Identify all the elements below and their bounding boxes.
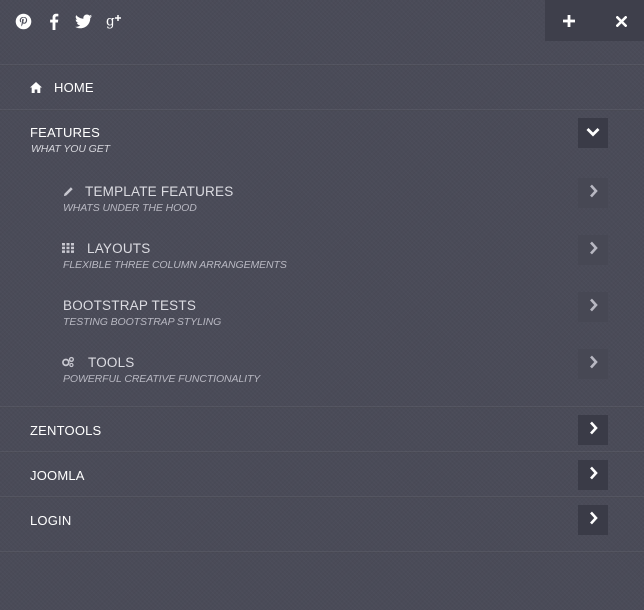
menu-item-joomla: JOOMLA xyxy=(0,460,644,490)
menu-item-features: FEATURES WHAT YOU GET xyxy=(0,117,644,161)
submenu-item-label[interactable]: LAYOUTS xyxy=(87,241,150,256)
pencil-icon xyxy=(62,185,74,197)
twitter-icon[interactable] xyxy=(74,12,92,30)
menu-item-home[interactable]: HOME xyxy=(0,78,644,98)
bottom-divider xyxy=(0,551,644,553)
login-toggle-button[interactable] xyxy=(578,505,608,535)
home-icon xyxy=(30,81,42,93)
svg-text:g: g xyxy=(106,14,115,30)
submenu-item-description: FLEXIBLE THREE COLUMN ARRANGEMENTS xyxy=(63,259,287,271)
menu-item-home-label: HOME xyxy=(54,80,94,95)
submenu-item-tools: TOOLS POWERFUL CREATIVE FUNCTIONALITY xyxy=(0,348,644,388)
joomla-toggle-button[interactable] xyxy=(578,460,608,490)
divider xyxy=(0,406,644,408)
template-features-toggle-button[interactable] xyxy=(578,178,608,208)
chevron-right-icon xyxy=(589,184,598,203)
submenu-item-label[interactable]: TOOLS xyxy=(88,355,135,370)
menu-item-features-description: WHAT YOU GET xyxy=(31,143,110,155)
divider xyxy=(0,451,644,453)
menu-item-features-label[interactable]: FEATURES xyxy=(30,125,100,140)
layouts-toggle-button[interactable] xyxy=(578,235,608,265)
chevron-right-icon xyxy=(589,241,598,260)
submenu-item-bootstrap-tests: BOOTSTRAP TESTS TESTING BOOTSTRAP STYLIN… xyxy=(0,291,644,331)
submenu-item-layouts: LAYOUTS FLEXIBLE THREE COLUMN ARRANGEMEN… xyxy=(0,234,644,274)
features-toggle-button[interactable] xyxy=(578,118,608,148)
submenu-item-label[interactable]: BOOTSTRAP TESTS xyxy=(63,298,196,313)
top-divider xyxy=(0,64,644,66)
chevron-right-icon xyxy=(589,421,598,440)
submenu-item-description: TESTING BOOTSTRAP STYLING xyxy=(63,316,222,328)
close-icon[interactable] xyxy=(612,12,630,30)
tools-toggle-button[interactable] xyxy=(578,349,608,379)
grid-icon xyxy=(62,242,74,254)
pinterest-icon[interactable] xyxy=(14,12,32,30)
menu-item-login-label[interactable]: LOGIN xyxy=(30,513,71,528)
facebook-icon[interactable] xyxy=(45,12,63,30)
menu-item-zentools: ZENTOOLS xyxy=(0,415,644,445)
menu-item-joomla-label[interactable]: JOOMLA xyxy=(30,468,85,483)
submenu-item-label[interactable]: TEMPLATE FEATURES xyxy=(85,184,233,199)
window-controls xyxy=(545,0,644,41)
submenu-item-template-features: TEMPLATE FEATURES WHATS UNDER THE HOOD xyxy=(0,177,644,217)
top-bar: g xyxy=(0,0,644,44)
bootstrap-tests-toggle-button[interactable] xyxy=(578,292,608,322)
menu-item-login: LOGIN xyxy=(0,505,644,535)
chevron-right-icon xyxy=(589,511,598,530)
submenu-item-description: WHATS UNDER THE HOOD xyxy=(63,202,197,214)
chevron-right-icon xyxy=(589,355,598,374)
plus-icon[interactable] xyxy=(560,12,578,30)
chevron-down-icon xyxy=(586,124,600,142)
google-plus-icon[interactable]: g xyxy=(105,12,125,30)
submenu-item-description: POWERFUL CREATIVE FUNCTIONALITY xyxy=(63,373,261,385)
divider xyxy=(0,109,644,111)
chevron-right-icon xyxy=(589,298,598,317)
chevron-right-icon xyxy=(589,466,598,485)
zentools-toggle-button[interactable] xyxy=(578,415,608,445)
cogs-icon xyxy=(62,356,74,368)
menu-item-zentools-label[interactable]: ZENTOOLS xyxy=(30,423,101,438)
divider xyxy=(0,496,644,498)
